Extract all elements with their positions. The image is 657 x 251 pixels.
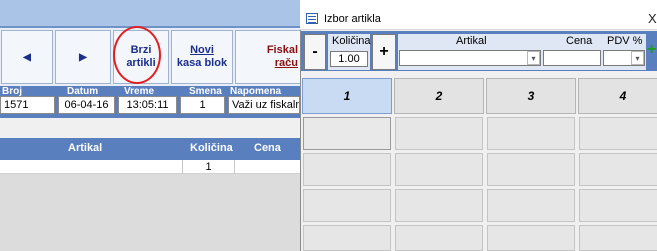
table-empty-area <box>0 174 300 251</box>
chevron-down-icon[interactable]: ▾ <box>527 51 540 65</box>
col-cena: Cena <box>254 142 281 154</box>
add-icon[interactable]: + <box>647 42 657 58</box>
cena-label: Cena <box>566 35 593 47</box>
prev-button[interactable]: ◀ <box>1 30 53 84</box>
datum-field[interactable]: 06-04-16 <box>58 96 115 114</box>
next-button[interactable]: ▶ <box>55 30 111 84</box>
arrow-right-icon: ▶ <box>79 51 87 63</box>
item-button[interactable] <box>579 153 657 186</box>
smena-field[interactable]: 1 <box>180 96 225 114</box>
category-tab-3[interactable]: 3 <box>486 78 576 114</box>
row-kolicina: 1 <box>182 160 234 174</box>
artikal-label: Artikal <box>456 35 487 47</box>
artikal-select[interactable] <box>399 50 541 66</box>
item-button[interactable] <box>487 189 575 222</box>
new-receipt-button[interactable]: Novi kasa blok <box>171 30 233 84</box>
fiscal-label-1: Fiskal <box>266 44 298 56</box>
fiscal-button[interactable]: Fiskal raču <box>235 30 305 84</box>
close-icon[interactable]: X <box>648 11 657 26</box>
category-tab-2[interactable]: 2 <box>394 78 484 114</box>
cena-input[interactable] <box>543 50 601 66</box>
pdv-chevron-down-icon[interactable]: ▾ <box>631 51 644 65</box>
row-artikal <box>0 160 182 174</box>
item-button[interactable] <box>579 189 657 222</box>
window-title: Izbor artikla <box>324 13 381 25</box>
broj-field[interactable]: 1571 <box>0 96 55 114</box>
item-button[interactable] <box>303 117 391 150</box>
title-band <box>0 0 300 26</box>
pdv-label: PDV % <box>607 35 643 47</box>
col-kolicina: Količina <box>190 142 233 154</box>
vreme-field[interactable]: 13:05:11 <box>118 96 177 114</box>
col-artikal: Artikal <box>68 142 103 154</box>
item-button[interactable] <box>395 117 483 150</box>
item-button[interactable] <box>487 225 575 251</box>
row-cena <box>234 160 300 174</box>
arrow-left-icon: ◀ <box>23 51 31 63</box>
quantity-label: Količina <box>332 35 371 47</box>
fiscal-label-2: raču <box>274 57 298 69</box>
item-button[interactable] <box>579 117 657 150</box>
item-button[interactable] <box>303 189 391 222</box>
napomena-field[interactable]: Važi uz fiskalni <box>228 96 300 114</box>
decrease-button[interactable]: - <box>304 34 326 70</box>
item-button[interactable] <box>303 153 391 186</box>
item-button[interactable] <box>395 225 483 251</box>
item-button[interactable] <box>487 153 575 186</box>
window-list-icon <box>306 13 318 24</box>
item-button[interactable] <box>303 225 391 251</box>
item-button[interactable] <box>579 225 657 251</box>
quantity-input[interactable]: 1.00 <box>330 51 368 67</box>
new-receipt-label-1: Novi <box>190 44 214 56</box>
category-tab-1[interactable]: 1 <box>302 78 392 114</box>
highlight-circle <box>113 26 161 84</box>
category-tab-4[interactable]: 4 <box>578 78 657 114</box>
new-receipt-label-2: kasa blok <box>176 57 228 69</box>
item-button[interactable] <box>487 117 575 150</box>
item-button[interactable] <box>395 189 483 222</box>
item-button[interactable] <box>395 153 483 186</box>
increase-button[interactable]: + <box>372 34 396 70</box>
spacer <box>0 118 300 138</box>
